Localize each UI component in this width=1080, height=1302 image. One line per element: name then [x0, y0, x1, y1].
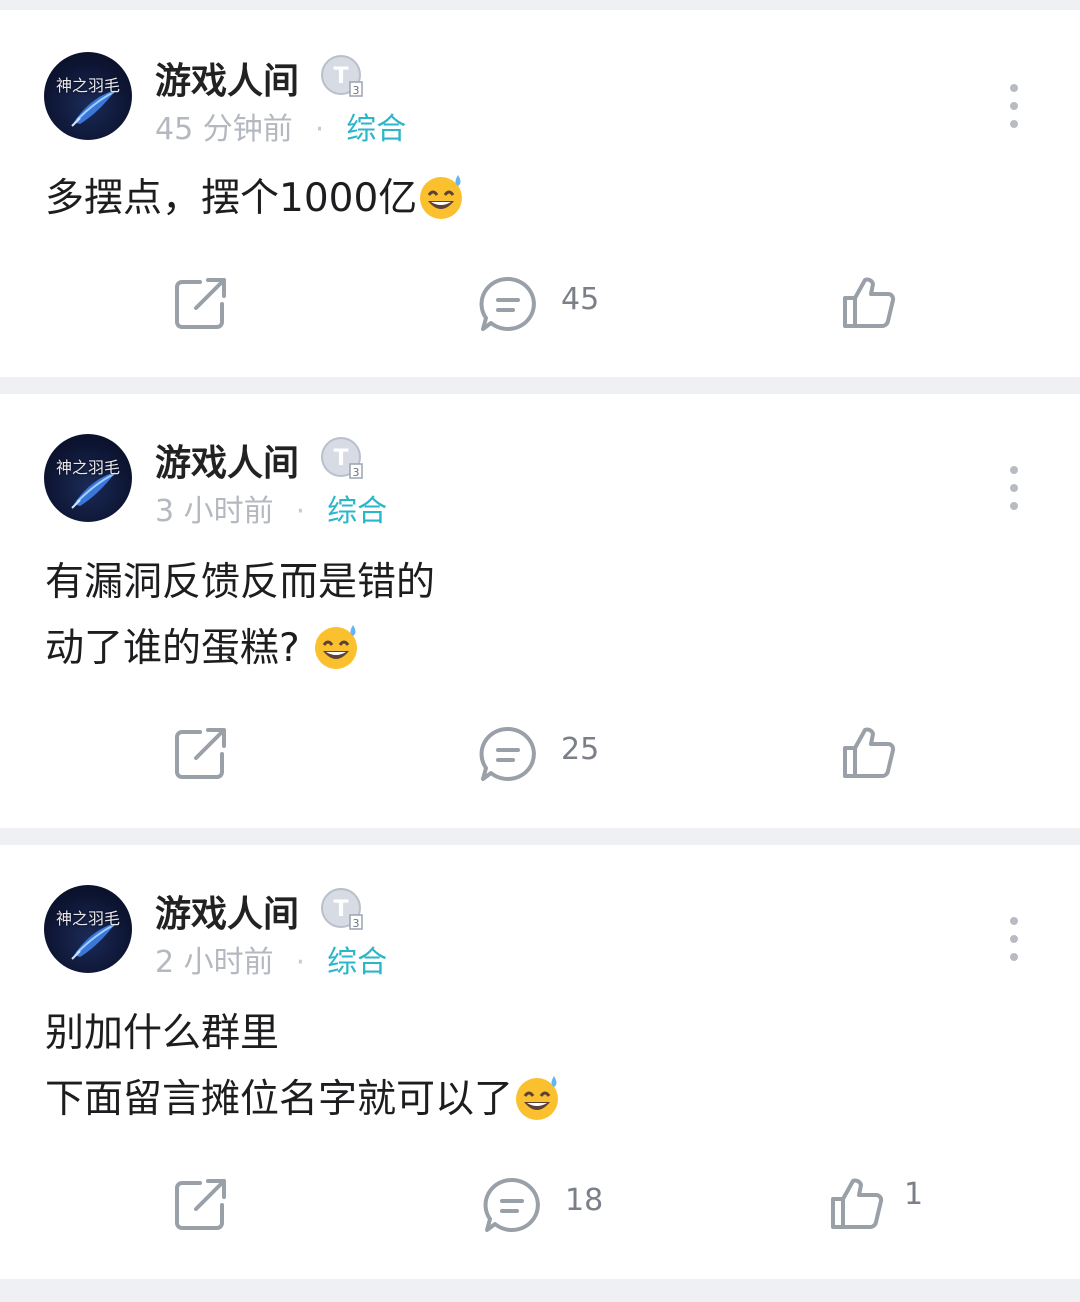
svg-text:T: T: [333, 64, 348, 89]
meta-separator: ·: [314, 112, 325, 147]
share-icon: [175, 728, 226, 779]
post-text-line: 动了谁的蛋糕?: [45, 626, 313, 671]
post-text-line: 有漏洞反馈反而是错的: [45, 560, 436, 605]
share-button[interactable]: [172, 270, 232, 340]
username[interactable]: 游戏人间: [155, 52, 299, 104]
post-actions: 18 1: [0, 1171, 1080, 1241]
post-actions: 25: [0, 720, 1080, 790]
thumbs-up-icon: [831, 1178, 884, 1229]
more-options-button[interactable]: [1004, 917, 1024, 961]
svg-text:3: 3: [353, 84, 360, 97]
comment-button[interactable]: 18: [481, 1171, 621, 1241]
grinning-sweat-emoji: [420, 175, 463, 219]
comment-count: 25: [561, 732, 600, 767]
thumbs-up-icon: [843, 727, 896, 778]
post-time: 2 小时前: [155, 945, 274, 980]
username[interactable]: 游戏人间: [155, 434, 299, 486]
avatar[interactable]: 神之羽毛: [44, 885, 132, 973]
feather-icon: [71, 923, 116, 960]
level-badge-icon: T 3: [321, 888, 363, 930]
post-content[interactable]: 别加什么群里 下面留言摊位名字就可以了: [45, 1001, 563, 1133]
svg-text:3: 3: [353, 917, 360, 930]
like-button[interactable]: [840, 270, 930, 340]
comment-icon: [483, 1177, 540, 1232]
meta-separator: ·: [295, 945, 306, 980]
comment-button[interactable]: 25: [477, 720, 617, 790]
svg-text:T: T: [333, 446, 348, 471]
post-text-line: 多摆点，摆个1000亿: [45, 176, 418, 221]
share-icon: [175, 278, 226, 329]
share-button[interactable]: [172, 1171, 232, 1241]
like-count: 1: [904, 1177, 924, 1212]
category-tag[interactable]: 综合: [327, 494, 387, 529]
comment-icon: [479, 276, 536, 331]
comment-button[interactable]: 45: [477, 270, 617, 340]
post-text-line: 别加什么群里: [45, 1011, 280, 1056]
post-time: 3 小时前: [155, 494, 274, 529]
level-badge-icon: T 3: [321, 55, 363, 97]
level-badge-icon: T 3: [321, 437, 363, 479]
post-card[interactable]: 神之羽毛 游戏人间 T 3 45 分钟前 · 综合 多摆点，摆个1000亿 45: [0, 10, 1080, 377]
meta-separator: ·: [295, 494, 306, 529]
more-options-button[interactable]: [1004, 466, 1024, 510]
comment-icon: [479, 726, 536, 781]
comment-count: 18: [565, 1183, 604, 1218]
thumbs-up-icon: [843, 277, 896, 328]
like-button[interactable]: [840, 720, 930, 790]
post-meta: 45 分钟前 · 综合: [155, 104, 406, 148]
like-button[interactable]: 1: [828, 1171, 928, 1241]
post-content[interactable]: 多摆点，摆个1000亿: [45, 166, 467, 232]
username[interactable]: 游戏人间: [155, 885, 299, 937]
comment-count: 45: [561, 282, 600, 317]
avatar-caption: 神之羽毛: [55, 909, 120, 928]
svg-text:3: 3: [353, 466, 360, 479]
feather-icon: [71, 90, 116, 127]
share-icon: [175, 1179, 226, 1230]
grinning-sweat-emoji: [315, 625, 358, 669]
post-actions: 45: [0, 270, 1080, 340]
post-card[interactable]: 神之羽毛 游戏人间 T 3 3 小时前 · 综合 有漏洞反馈反而是错的 动了谁的蛋糕…: [0, 394, 1080, 828]
avatar[interactable]: 神之羽毛: [44, 52, 132, 140]
category-tag[interactable]: 综合: [346, 112, 406, 147]
share-button[interactable]: [172, 720, 232, 790]
post-meta: 3 小时前 · 综合: [155, 486, 387, 530]
more-options-button[interactable]: [1004, 84, 1024, 128]
grinning-sweat-emoji: [516, 1076, 559, 1120]
post-feed: 神之羽毛 游戏人间 T 3 45 分钟前 · 综合 多摆点，摆个1000亿 45…: [0, 0, 1080, 1302]
category-tag[interactable]: 综合: [327, 945, 387, 980]
avatar-caption: 神之羽毛: [55, 76, 120, 95]
feather-icon: [71, 472, 116, 509]
avatar-caption: 神之羽毛: [55, 458, 120, 477]
avatar[interactable]: 神之羽毛: [44, 434, 132, 522]
post-content[interactable]: 有漏洞反馈反而是错的 动了谁的蛋糕?: [45, 550, 435, 682]
post-time: 45 分钟前: [155, 112, 293, 147]
post-meta: 2 小时前 · 综合: [155, 937, 387, 981]
post-text-line: 下面留言摊位名字就可以了: [45, 1077, 514, 1122]
svg-text:T: T: [333, 897, 348, 922]
post-card[interactable]: 神之羽毛 游戏人间 T 3 2 小时前 · 综合 别加什么群里 下面留言摊位名字就可…: [0, 845, 1080, 1279]
